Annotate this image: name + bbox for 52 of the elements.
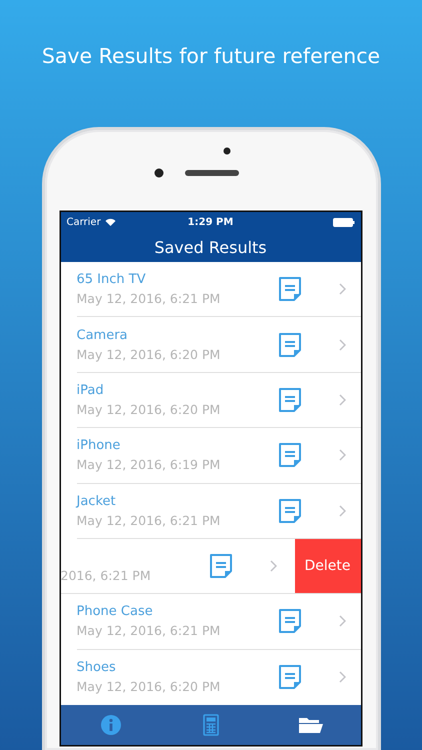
battery-icon xyxy=(332,218,354,226)
list-row[interactable]: Camera May 12, 2016, 6:20 PM xyxy=(76,317,360,373)
camera-icon xyxy=(154,168,164,178)
list-row[interactable]: 2016, 6:21 PM Delete xyxy=(60,538,360,594)
delete-button[interactable]: Delete xyxy=(294,538,360,594)
headline: Save Results for future reference xyxy=(42,44,380,70)
row-title: Jacket xyxy=(76,494,116,509)
calculator-icon[interactable] xyxy=(202,714,218,736)
list-row[interactable]: iPhone May 12, 2016, 6:19 PM xyxy=(76,428,360,484)
row-date: May 12, 2016, 6:20 PM xyxy=(76,679,220,694)
sensor-icon xyxy=(222,147,230,155)
nav-title: Saved Results xyxy=(154,238,267,256)
row-date: May 12, 2016, 6:21 PM xyxy=(76,623,220,638)
note-icon[interactable] xyxy=(276,276,302,302)
row-title: Camera xyxy=(76,328,128,343)
note-icon[interactable] xyxy=(276,332,302,358)
row-title: iPhone xyxy=(76,438,120,454)
row-date: 2016, 6:21 PM xyxy=(60,568,151,583)
row-title: iPad xyxy=(76,382,104,398)
folder-icon[interactable] xyxy=(298,716,324,734)
row-title: Phone Case xyxy=(76,604,153,620)
chevron-icon xyxy=(338,615,346,628)
speaker-icon xyxy=(184,170,238,176)
chevron-icon xyxy=(338,338,346,351)
row-date: May 12, 2016, 6:20 PM xyxy=(76,402,220,417)
chevron-icon xyxy=(338,671,346,684)
status-time: 1:29 PM xyxy=(188,216,234,228)
list-row[interactable]: iPad May 12, 2016, 6:20 PM xyxy=(76,372,360,428)
chevron-icon xyxy=(338,394,346,406)
list-row[interactable]: Jacket May 12, 2016, 6:21 PM xyxy=(76,484,360,539)
row-date: May 12, 2016, 6:20 PM xyxy=(76,346,220,362)
row-title: Shoes xyxy=(76,660,116,676)
note-icon[interactable] xyxy=(276,386,302,413)
list-row[interactable]: 65 Inch TV May 12, 2016, 6:21 PM xyxy=(76,262,360,318)
note-icon[interactable] xyxy=(276,608,302,634)
row-date: May 12, 2016, 6:21 PM xyxy=(76,512,220,528)
chevron-icon xyxy=(338,449,346,462)
chevron-icon xyxy=(338,283,346,296)
note-icon[interactable] xyxy=(276,664,302,690)
chevron-icon xyxy=(338,504,346,517)
row-date: May 12, 2016, 6:21 PM xyxy=(76,291,220,306)
list-row[interactable]: Phone Case May 12, 2016, 6:21 PM xyxy=(76,594,360,650)
wifi-icon xyxy=(104,218,116,226)
info-icon[interactable] xyxy=(100,715,120,735)
note-icon[interactable] xyxy=(208,553,234,580)
row-title: 65 Inch TV xyxy=(76,272,146,288)
list-row[interactable]: Shoes May 12, 2016, 6:20 PM xyxy=(76,650,360,705)
note-icon[interactable] xyxy=(276,498,302,524)
row-date: May 12, 2016, 6:19 PM xyxy=(76,457,220,472)
carrier-label: Carrier xyxy=(66,216,101,228)
chevron-icon xyxy=(270,560,276,572)
note-icon[interactable] xyxy=(276,442,302,468)
